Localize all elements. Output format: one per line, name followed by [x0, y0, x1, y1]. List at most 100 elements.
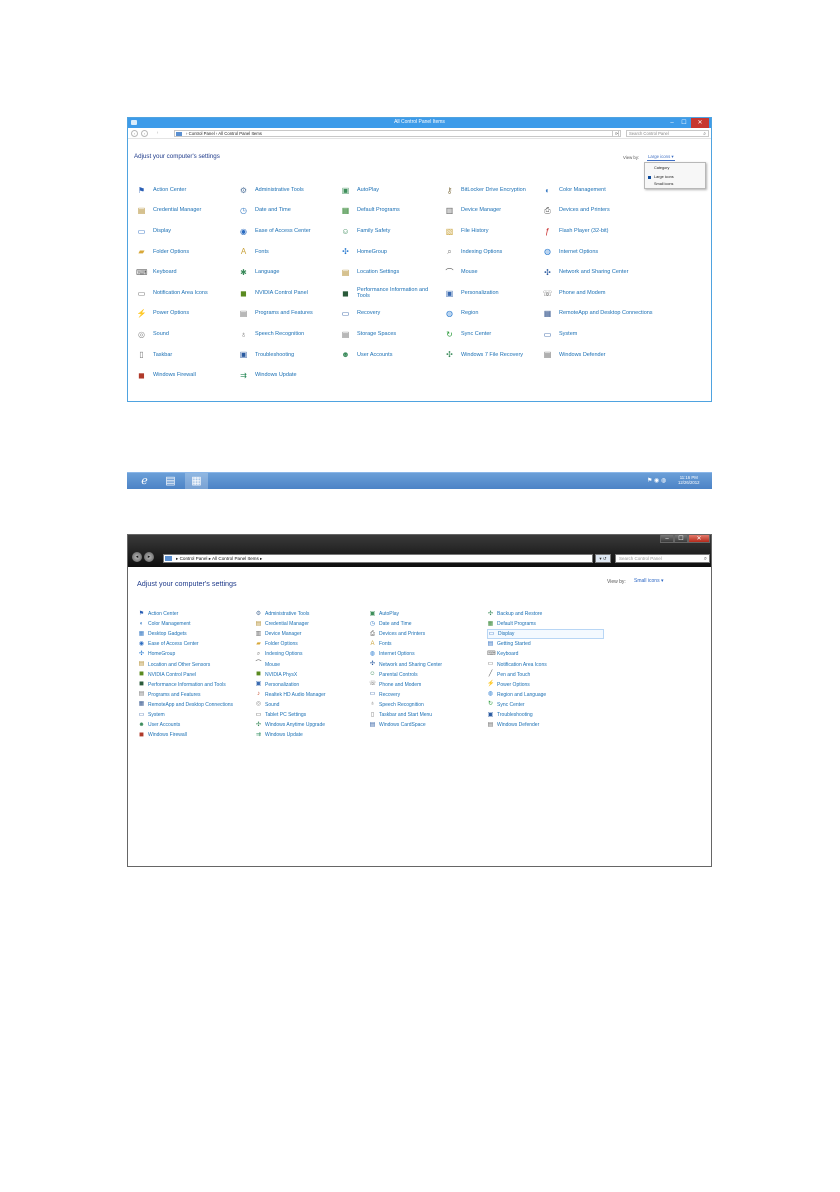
address-bar[interactable]: › Control Panel › All Control Panel Item…	[174, 130, 619, 137]
control-panel-item[interactable]: ▤ Credential Manager	[136, 203, 234, 219]
menu-item-large-icons[interactable]: Large icons	[654, 175, 674, 179]
control-panel-item[interactable]: ◼ Performance Information and Tools	[138, 680, 226, 690]
control-panel-item[interactable]: ◉ Ease of Access Center	[238, 223, 336, 239]
control-panel-item[interactable]: ◷ Date and Time	[238, 203, 336, 219]
control-panel-item[interactable]: ◐ Color Management	[542, 182, 692, 198]
control-panel-item[interactable]: ▣ Troubleshooting	[238, 347, 336, 363]
control-panel-item[interactable]: ◎ Sound	[255, 700, 280, 710]
control-panel-item[interactable]: ⇉ Windows Update	[238, 367, 336, 383]
control-panel-item[interactable]: ⚡ Power Options	[136, 306, 234, 322]
control-panel-item[interactable]: ▥ Device Manager	[444, 203, 542, 219]
back-button[interactable]: ◂	[132, 552, 142, 562]
control-panel-item[interactable]: ☻ User Accounts	[340, 347, 438, 363]
control-panel-item[interactable]: ♪ Realtek HD Audio Manager	[255, 690, 326, 700]
forward-button[interactable]: ›	[141, 130, 148, 137]
control-panel-item[interactable]: ▤ Location Settings	[340, 264, 438, 280]
control-panel-item[interactable]: ✣ Windows 7 File Recovery	[444, 347, 542, 363]
search-input[interactable]: Search Control Panel ⌕	[615, 554, 710, 563]
control-panel-item[interactable]: ▤ Windows CardSpace	[369, 720, 426, 730]
refresh-button[interactable]: ▾ ↺	[595, 554, 611, 563]
control-panel-item[interactable]: ▦ Default Programs	[487, 619, 536, 629]
maximize-button[interactable]: ☐	[674, 535, 688, 543]
control-panel-item[interactable]: ◉ Ease of Access Center	[138, 639, 199, 649]
control-panel-item[interactable]: ▭ Notification Area Icons	[136, 285, 234, 301]
control-panel-item[interactable]: ◷ Date and Time	[369, 619, 412, 629]
close-button[interactable]: ✕	[688, 535, 710, 543]
control-panel-item[interactable]: ⚙ Administrative Tools	[238, 182, 336, 198]
control-panel-item[interactable]: ◍ Internet Options	[369, 649, 415, 659]
control-panel-item[interactable]: ☻ User Accounts	[138, 720, 180, 730]
control-panel-item[interactable]: ↻ Sync Center	[487, 700, 525, 710]
control-panel-item[interactable]: ⎙ Devices and Printers	[542, 203, 692, 219]
refresh-button[interactable]: ⟳	[612, 130, 621, 137]
control-panel-item[interactable]: ◍ Region and Language	[487, 690, 546, 700]
control-panel-item[interactable]: ▭ Display	[487, 629, 604, 640]
control-panel-item[interactable]: ▭ Tablet PC Settings	[255, 710, 306, 720]
control-panel-item[interactable]: A Fonts	[238, 244, 336, 260]
control-panel-item[interactable]: ▭ Display	[136, 223, 234, 239]
system-tray-icons[interactable]: ⚑ ◉ ◍	[647, 477, 666, 484]
control-panel-item[interactable]: ▣ AutoPlay	[369, 609, 399, 619]
control-panel-item[interactable]: ▤ Location and Other Sensors	[138, 660, 211, 670]
control-panel-item[interactable]: ⌕ Indexing Options	[255, 649, 303, 659]
control-panel-item[interactable]: ⚙ Administrative Tools	[255, 609, 310, 619]
control-panel-item[interactable]: ⚑ Action Center	[136, 182, 234, 198]
control-panel-item[interactable]: ✣ Network and Sharing Center	[542, 264, 692, 280]
view-by-dropdown[interactable]: Small icons ▾	[634, 578, 663, 584]
control-panel-icon[interactable]: ▦	[185, 473, 208, 489]
control-panel-item[interactable]: ▤ Credential Manager	[255, 619, 309, 629]
control-panel-item[interactable]: ⚷ BitLocker Drive Encryption	[444, 182, 542, 198]
control-panel-item[interactable]: ▭ Recovery	[340, 306, 438, 322]
control-panel-item[interactable]: ▦ RemoteApp and Desktop Connections	[138, 700, 233, 710]
control-panel-item[interactable]: ✣ HomeGroup	[340, 244, 438, 260]
control-panel-item[interactable]: ▤ Windows Defender	[542, 347, 692, 363]
control-panel-item[interactable]: ▤ Programs and Features	[238, 306, 336, 322]
control-panel-item[interactable]: ☺ Parental Controls	[369, 670, 417, 680]
control-panel-item[interactable]: ▤ Getting Started	[487, 639, 531, 649]
control-panel-item[interactable]: ▣ Personalization	[255, 680, 300, 690]
control-panel-item[interactable]: ◼ Windows Firewall	[138, 730, 187, 740]
control-panel-item[interactable]: ✱ Language	[238, 264, 336, 280]
control-panel-item[interactable]: ◍ Internet Options	[542, 244, 692, 260]
control-panel-item[interactable]: ▭ System	[542, 326, 692, 342]
control-panel-item[interactable]: ⚑ Action Center	[138, 609, 179, 619]
control-panel-item[interactable]: ☏ Phone and Modem	[542, 285, 692, 301]
control-panel-item[interactable]: ▣ Troubleshooting	[487, 710, 533, 720]
view-by-dropdown[interactable]: Large icons ▾	[647, 154, 675, 161]
control-panel-item[interactable]: ◼ NVIDIA Control Panel	[138, 670, 196, 680]
control-panel-item[interactable]: ▤ Windows Defender	[487, 720, 540, 730]
control-panel-item[interactable]: ◼ Performance Information and Tools	[340, 285, 438, 301]
control-panel-item[interactable]: ◼ NVIDIA Control Panel	[238, 285, 336, 301]
control-panel-item[interactable]: ▥ Device Manager	[255, 629, 302, 639]
control-panel-item[interactable]: ◎ Sound	[136, 326, 234, 342]
control-panel-item[interactable]: ⌨ Keyboard	[487, 649, 518, 659]
menu-item-category[interactable]: Category	[654, 166, 669, 170]
file-explorer-icon[interactable]: ▤	[159, 473, 182, 489]
control-panel-item[interactable]: ▯ Taskbar and Start Menu	[369, 710, 432, 720]
close-button[interactable]: ✕	[691, 118, 709, 128]
up-button[interactable]: ↑	[154, 130, 161, 137]
control-panel-item[interactable]: ✣ Backup and Restore	[487, 609, 542, 619]
control-panel-item[interactable]: ▰ Folder Options	[255, 639, 298, 649]
control-panel-item[interactable]: ⚡ Power Options	[487, 680, 530, 690]
control-panel-item[interactable]: ◐ Color Management	[138, 619, 191, 629]
address-bar[interactable]: ▸ Control Panel ▸ All Control Panel Item…	[163, 554, 593, 563]
back-button[interactable]: ‹	[131, 130, 138, 137]
control-panel-item[interactable]: ☏ Phone and Modem	[369, 680, 421, 690]
control-panel-item[interactable]: ▰ Folder Options	[136, 244, 234, 260]
control-panel-item[interactable]: ♁ Speech Recognition	[369, 700, 424, 710]
control-panel-item[interactable]: ╱ Pen and Touch	[487, 670, 531, 680]
control-panel-item[interactable]: ⌕ Indexing Options	[444, 244, 542, 260]
forward-button[interactable]: ▸	[144, 552, 154, 562]
search-input[interactable]: Search Control Panel ⌕	[626, 130, 709, 137]
control-panel-item[interactable]: ◼ NVIDIA PhysX	[255, 670, 297, 680]
minimize-button[interactable]: –	[667, 118, 677, 128]
control-panel-item[interactable]: ▦ Default Programs	[340, 203, 438, 219]
control-panel-item[interactable]: ✣ HomeGroup	[138, 649, 175, 659]
control-panel-item[interactable]: ▤ Storage Spaces	[340, 326, 438, 342]
control-panel-item[interactable]: ⌒ Mouse	[255, 660, 280, 670]
taskbar-clock[interactable]: 11:16 PM 12/26/2012	[678, 475, 700, 485]
control-panel-item[interactable]: A Fonts	[369, 639, 391, 649]
control-panel-item[interactable]: ⌨ Keyboard	[136, 264, 234, 280]
control-panel-item[interactable]: ✣ Network and Sharing Center	[369, 660, 442, 670]
